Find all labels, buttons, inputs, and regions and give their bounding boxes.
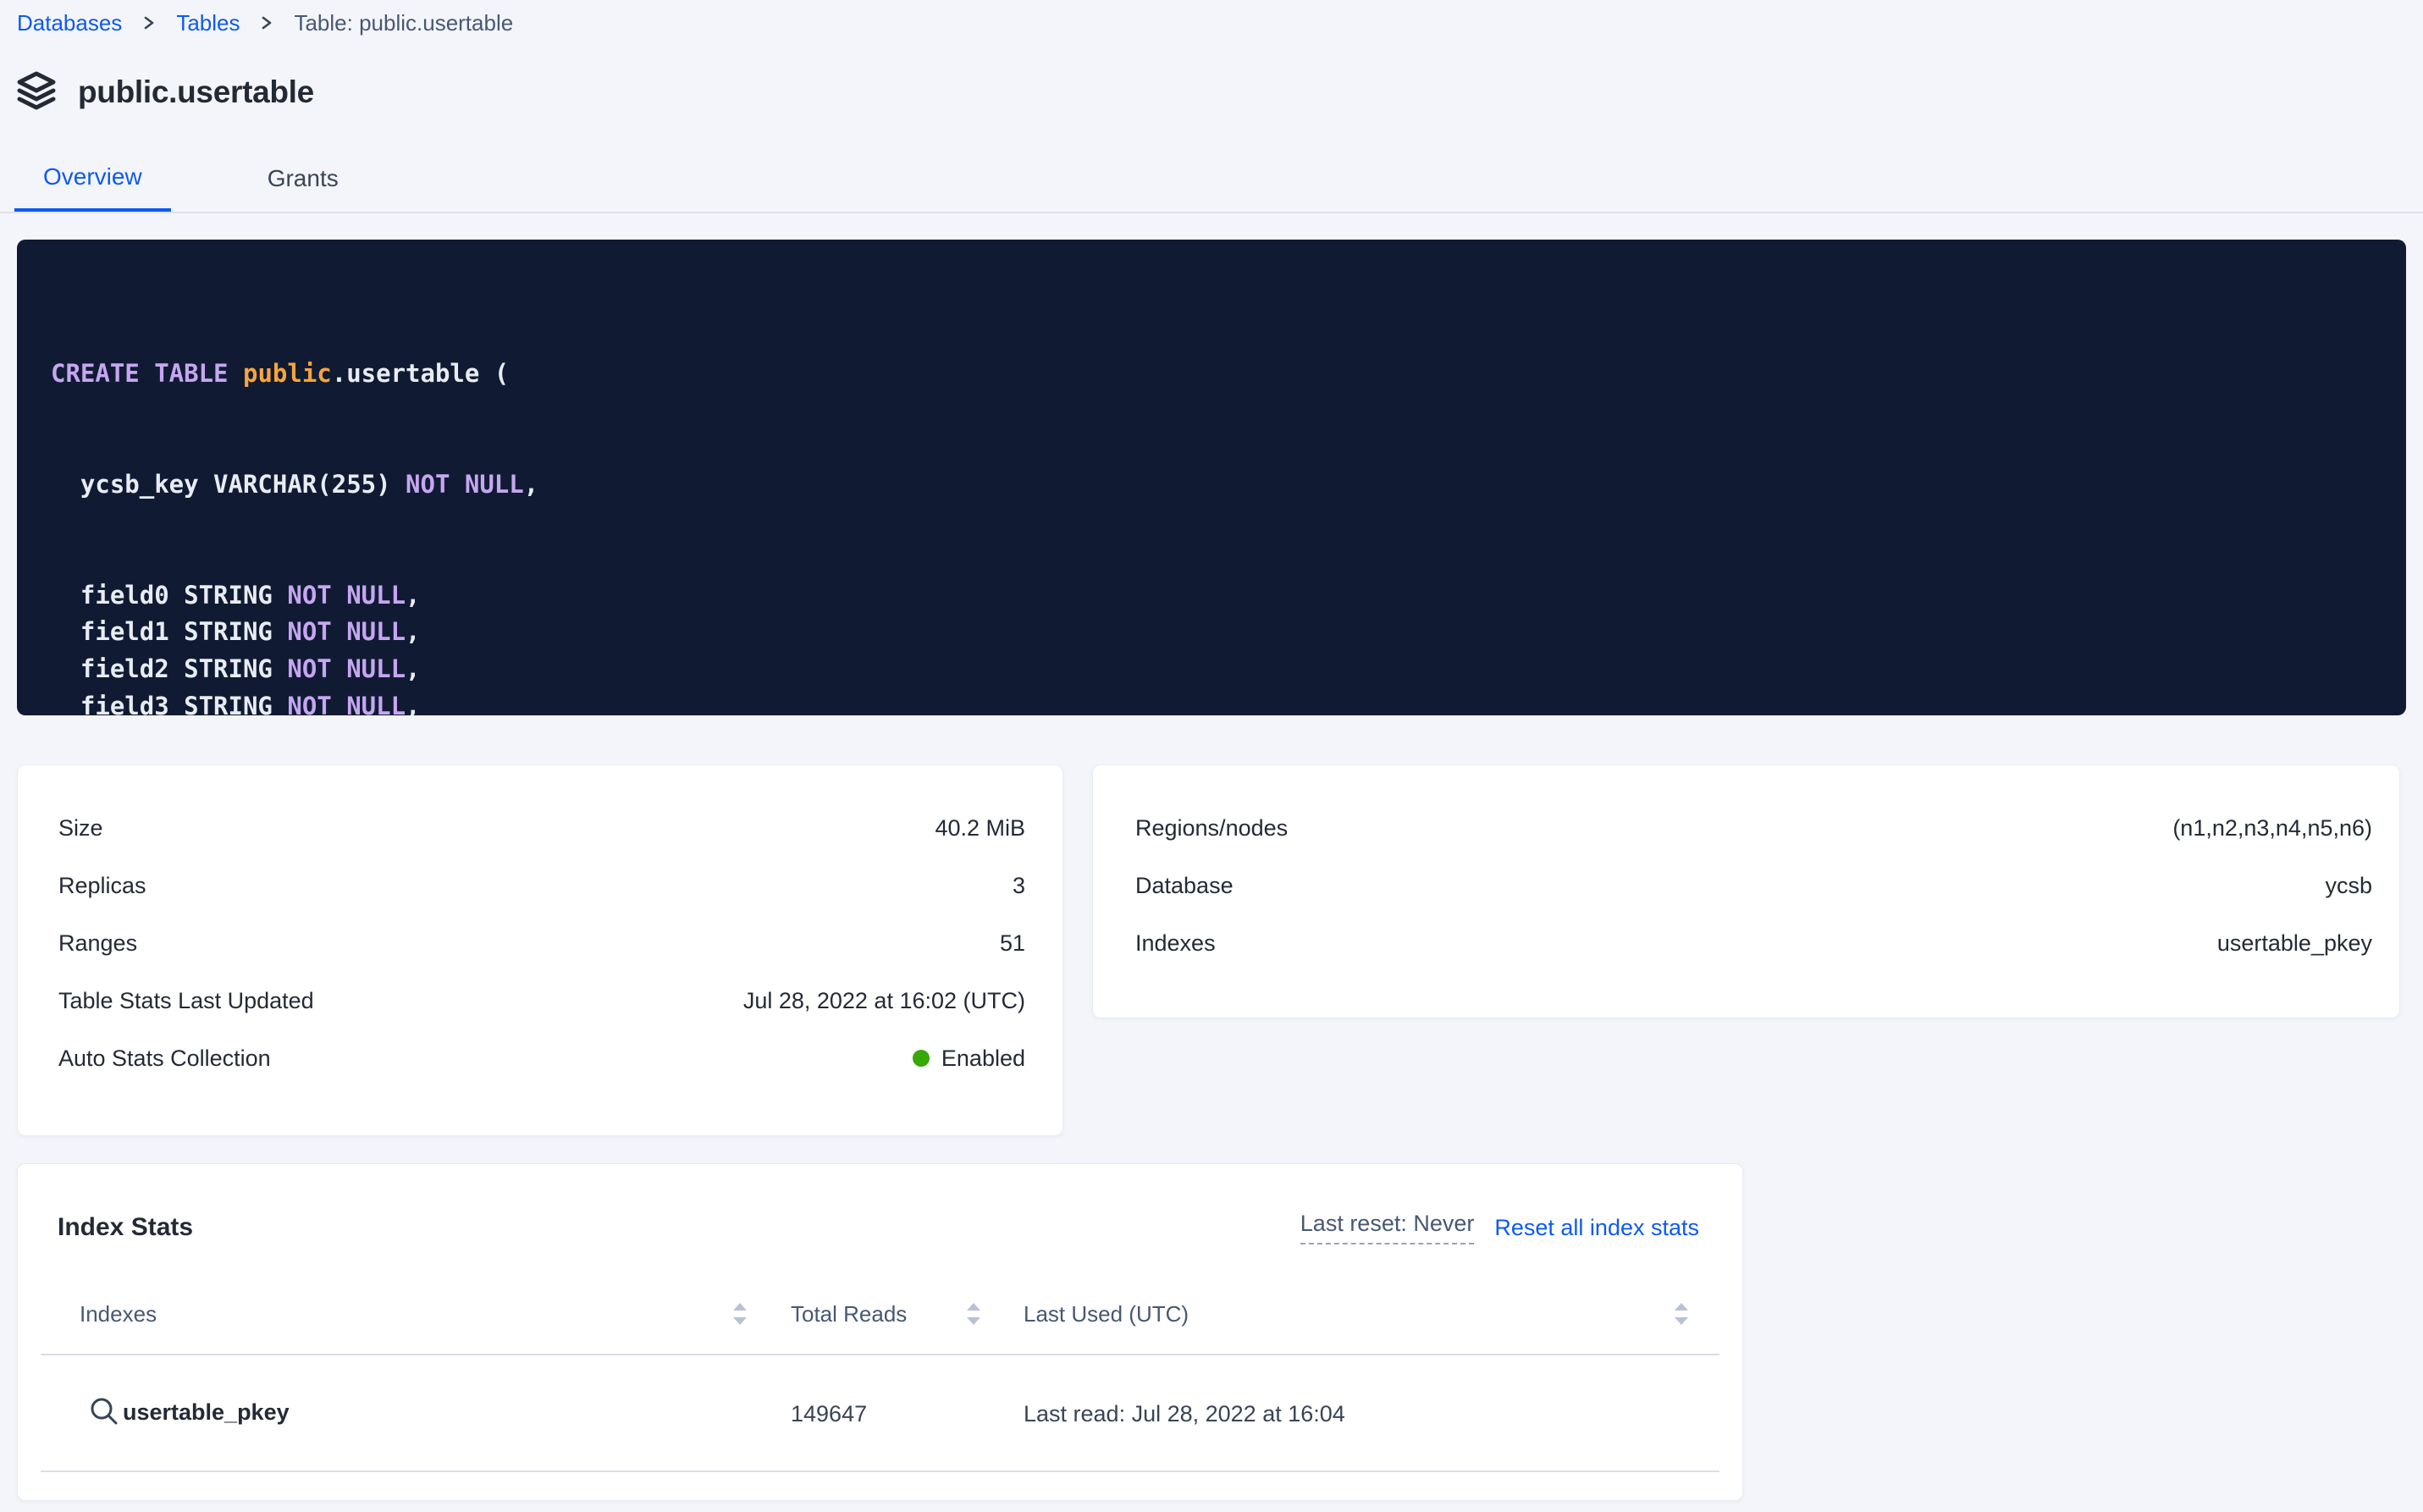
index-stats-header: Index Stats Last reset: Never Reset all … [18,1211,1742,1244]
stat-row: Auto Stats Collection Enabled [18,1029,1062,1087]
chevron-right-icon [142,14,156,31]
page-title: public.usertable [78,74,314,110]
table-row[interactable]: usertable_pkey 149647 Last read: Jul 28,… [41,1355,1719,1472]
stat-label: Auto Stats Collection [58,1046,271,1072]
tab-bar: Overview Grants [0,146,2423,213]
column-header-indexes[interactable]: Indexes [80,1301,157,1327]
column-header-total-reads[interactable]: Total Reads [791,1301,907,1327]
table-stack-icon [15,69,58,116]
sql-line: field0 STRING NOT NULL, [51,577,2381,615]
index-table-header: Indexes Total Reads Last Used (UTC) [18,1298,1742,1332]
status-dot-enabled [913,1050,930,1067]
last-reset-label[interactable]: Last reset: Never [1300,1211,1475,1244]
column-header-last-used[interactable]: Last Used (UTC) [1024,1301,1189,1327]
stat-label: Size [58,815,103,842]
sql-line: field3 STRING NOT NULL, [51,688,2381,715]
chevron-right-icon [260,14,273,31]
stat-value: 51 [1000,930,1025,957]
stat-row: Replicas 3 [18,857,1062,914]
sort-icon[interactable] [1671,1300,1692,1334]
stat-value: Jul 28, 2022 at 16:02 (UTC) [743,988,1025,1014]
sql-field-lines: field0 STRING NOT NULL, field1 STRING NO… [51,577,2381,715]
page-title-row: public.usertable [15,69,314,115]
search-icon [89,1396,119,1431]
index-name[interactable]: usertable_pkey [123,1399,290,1426]
breadcrumb-current: Table: public.usertable [294,10,513,36]
stat-label: Replicas [58,873,146,899]
index-stats-actions: Last reset: Never Reset all index stats [1300,1211,1699,1244]
sql-create-statement: CREATE TABLE public.usertable ( ycsb_key… [17,240,2406,715]
stat-label: Table Stats Last Updated [58,988,314,1014]
stat-row: Database ycsb [1093,857,2399,914]
stat-value: (n1,n2,n3,n4,n5,n6) [2172,815,2372,842]
sql-line: CREATE TABLE public.usertable ( [51,356,2381,393]
sql-line: field1 STRING NOT NULL, [51,614,2381,651]
last-used-value: Last read: Jul 28, 2022 at 16:04 [1024,1401,1345,1427]
stat-row: Ranges 51 [18,914,1062,972]
stat-value: 3 [1013,873,1025,899]
stat-value: usertable_pkey [2217,930,2372,957]
stat-label: Regions/nodes [1135,815,1288,842]
sort-icon[interactable] [963,1300,984,1334]
breadcrumb-link-databases[interactable]: Databases [17,10,122,36]
sort-icon[interactable] [730,1300,750,1334]
stat-row: Table Stats Last Updated Jul 28, 2022 at… [18,972,1062,1029]
stat-row: Regions/nodes (n1,n2,n3,n4,n5,n6) [1093,799,2399,857]
index-stats-card: Index Stats Last reset: Never Reset all … [17,1163,1743,1501]
total-reads-value: 149647 [791,1401,867,1427]
breadcrumb-link-tables[interactable]: Tables [176,10,240,36]
stat-label: Ranges [58,930,137,957]
sql-line: ycsb_key VARCHAR(255) NOT NULL, [51,466,2381,504]
table-details-page: Databases Tables Table: public.usertable… [0,0,2423,1512]
stat-label: Database [1135,873,1234,899]
tab-grants[interactable]: Grants [239,146,367,212]
stat-value: 40.2 MiB [935,815,1025,842]
tab-overview[interactable]: Overview [14,146,171,212]
sql-line: field2 STRING NOT NULL, [51,651,2381,688]
breadcrumb: Databases Tables Table: public.usertable [17,7,513,39]
stat-row: Indexes usertable_pkey [1093,914,2399,972]
reset-index-stats-link[interactable]: Reset all index stats [1494,1215,1699,1241]
status-badge: Enabled [913,1046,1025,1072]
stat-value: ycsb [2325,873,2372,899]
table-meta-card: Regions/nodes (n1,n2,n3,n4,n5,n6) Databa… [1092,764,2400,1018]
stat-row: Size 40.2 MiB [18,799,1062,857]
table-stats-card: Size 40.2 MiB Replicas 3 Ranges 51 Table… [17,764,1063,1136]
stat-label: Indexes [1135,930,1216,957]
index-stats-title: Index Stats [58,1213,193,1242]
